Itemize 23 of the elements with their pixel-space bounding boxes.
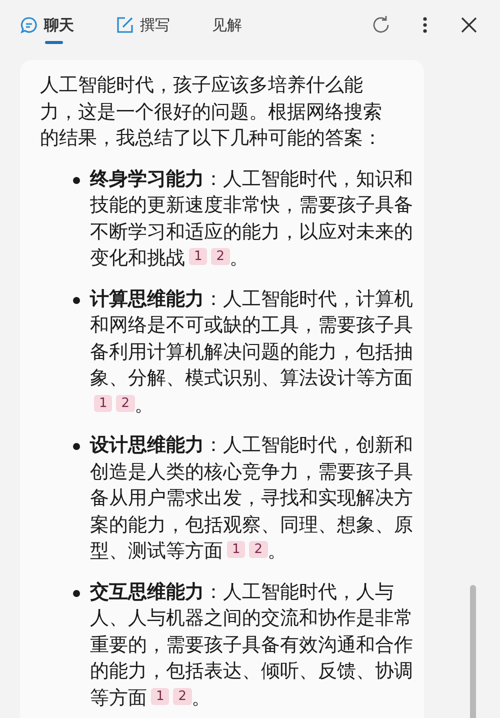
- citation-link[interactable]: 2: [211, 248, 230, 265]
- bullet-icon: [73, 176, 80, 184]
- bullet-icon: [73, 443, 80, 450]
- chat-tab[interactable]: 见解: [206, 0, 248, 50]
- bullet-icon: [73, 296, 80, 304]
- citation-link[interactable]: 2: [116, 394, 135, 412]
- chat-tab[interactable]: 撰写: [110, 0, 176, 50]
- compose-icon: [116, 16, 134, 34]
- citation-link[interactable]: 1: [227, 541, 246, 558]
- chat-icon: [20, 16, 38, 34]
- answer-paragraph: 计算思维能力：人工智能时代，计算机和网络是不可或缺的工具，需要孩子具备利用计算机解决问题的能力，包括抽象、分解、模式识别、算法设计等方面 1 2 。: [90, 286, 414, 418]
- citation-link[interactable]: 1: [189, 248, 208, 265]
- citation-link[interactable]: 2: [249, 541, 268, 558]
- intro-text: 人工智能时代，孩子应该多培养什么能力，这是一个很好的问题。根据网络搜索的结果，我总结了以下几种可能的答案：: [40, 73, 383, 151]
- answer-paragraph: 交互思维能力：人工智能时代，人与人、人与机器之间的交流和协作是非常重要的，需要孩子具备有效沟通和合作的能力，包括表达、倾听、反馈、协调等方面 1 2 。: [90, 580, 414, 710]
- answer-paragraph: 终身学习能力：人工智能时代，知识和技能的更新速度非常快，需要孩子具备不断学习和适应的能力，以应对未来的变化和挑战 1 2 。: [90, 166, 414, 271]
- answer-paragraph: 设计思维能力：人工智能时代，创新和创造是人类的核心竞争力，需要孩子具备从用户需求出发，寻找和实现解决方案的能力，包括观察、同理、想象、原型、测试等方面 1 2 。: [90, 433, 414, 564]
- scrollbar-thumb[interactable]: [470, 585, 476, 718]
- citation-link[interactable]: 2: [173, 688, 192, 704]
- citation-link[interactable]: 1: [151, 688, 170, 704]
- chat-tab[interactable]: 聊天: [14, 0, 80, 50]
- bullet-icon: [73, 590, 80, 596]
- citation-link[interactable]: 1: [94, 394, 112, 412]
